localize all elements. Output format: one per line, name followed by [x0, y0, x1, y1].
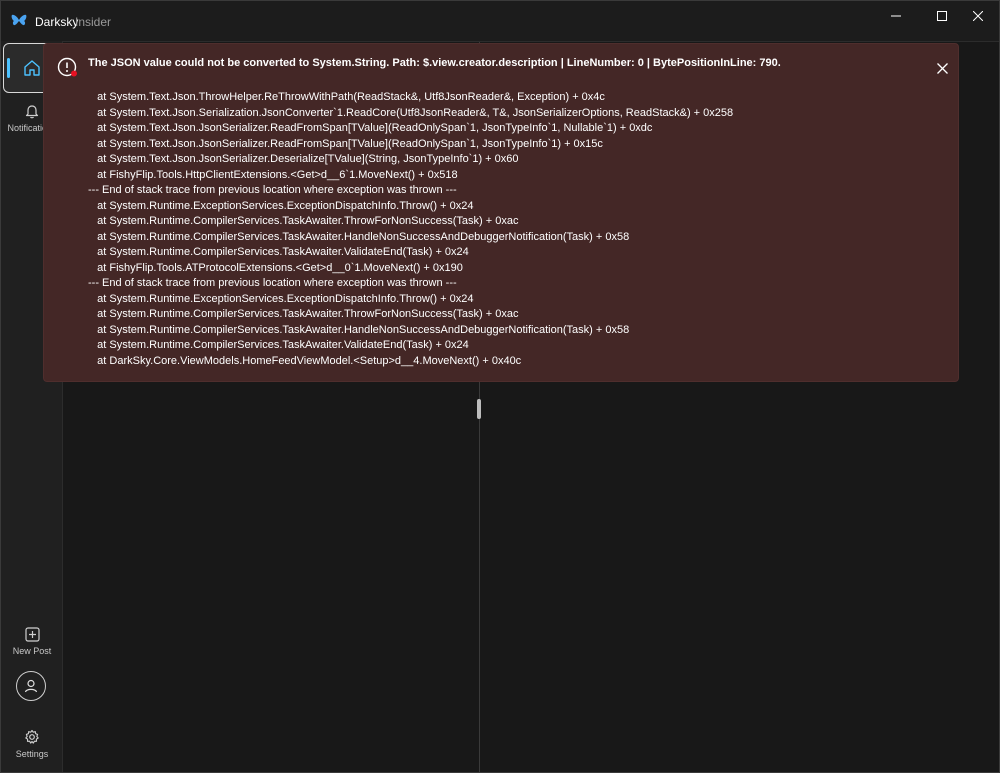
- app-channel: Insider: [75, 15, 112, 29]
- stack-trace-line: at DarkSky.Core.ViewModels.HomeFeedViewM…: [88, 354, 522, 367]
- close-icon: [936, 62, 948, 74]
- error-title: The JSON value could not be converted to…: [88, 57, 781, 69]
- stack-trace-line: --- End of stack trace from previous loc…: [88, 184, 457, 196]
- sidebar-item-label: New Post: [12, 646, 52, 656]
- app-name: Darksky: [35, 15, 79, 29]
- maximize-icon: [937, 11, 947, 21]
- stack-trace-line: at System.Runtime.CompilerServices.TaskA…: [88, 339, 469, 351]
- stack-trace-line: at FishyFlip.Tools.HttpClientExtensions.…: [88, 168, 458, 181]
- avatar[interactable]: [16, 671, 46, 701]
- app-window: Darksky Insider Notifications New Post S…: [0, 0, 1000, 773]
- sidebar-item-label: Settings: [15, 749, 49, 759]
- dismiss-error-button[interactable]: [930, 56, 954, 80]
- stack-trace-line: at System.Runtime.CompilerServices.TaskA…: [88, 230, 630, 243]
- sidebar-item-settings[interactable]: Settings: [3, 729, 61, 759]
- stack-trace-line: at System.Text.Json.JsonSerializer.ReadF…: [88, 122, 653, 134]
- stack-trace-line: at FishyFlip.Tools.ATProtocolExtensions.…: [88, 261, 463, 274]
- gear-icon: [25, 729, 39, 744]
- stack-trace-line: --- End of stack trace from previous loc…: [88, 277, 457, 289]
- stack-trace-line: at System.Runtime.CompilerServices.TaskA…: [88, 246, 469, 258]
- bell-icon: [25, 105, 39, 119]
- splitter-handle[interactable]: [477, 399, 481, 419]
- minimize-icon: [891, 15, 901, 17]
- close-window-button[interactable]: [955, 1, 999, 31]
- stack-trace-line: at System.Runtime.CompilerServices.TaskA…: [88, 308, 519, 320]
- error-icon: [57, 57, 77, 77]
- butterfly-logo-icon: [11, 14, 27, 26]
- stack-trace-line: at System.Runtime.CompilerServices.TaskA…: [88, 215, 519, 227]
- plus-square-icon: [24, 627, 40, 642]
- stack-trace-line: at System.Runtime.ExceptionServices.Exce…: [88, 292, 474, 305]
- stack-trace: at System.Text.Json.ThrowHelper.ReThrowW…: [88, 90, 948, 369]
- sidebar-item-new-post[interactable]: New Post: [3, 627, 61, 656]
- home-icon: [24, 60, 40, 76]
- stack-trace-line: at System.Runtime.ExceptionServices.Exce…: [88, 199, 474, 212]
- stack-trace-line: at System.Runtime.CompilerServices.TaskA…: [88, 323, 630, 336]
- close-icon: [973, 11, 983, 21]
- stack-trace-line: at System.Text.Json.JsonSerializer.ReadF…: [88, 137, 603, 150]
- stack-trace-line: at System.Text.Json.Serialization.JsonCo…: [88, 106, 734, 119]
- selected-indicator: [7, 58, 10, 78]
- minimize-button[interactable]: [873, 1, 919, 31]
- person-icon: [24, 679, 38, 693]
- title-bar[interactable]: Darksky Insider: [1, 1, 999, 41]
- stack-trace-line: at System.Text.Json.ThrowHelper.ReThrowW…: [88, 91, 605, 103]
- error-infobar: The JSON value could not be converted to…: [43, 43, 959, 382]
- stack-trace-line: at System.Text.Json.JsonSerializer.Deser…: [88, 153, 519, 165]
